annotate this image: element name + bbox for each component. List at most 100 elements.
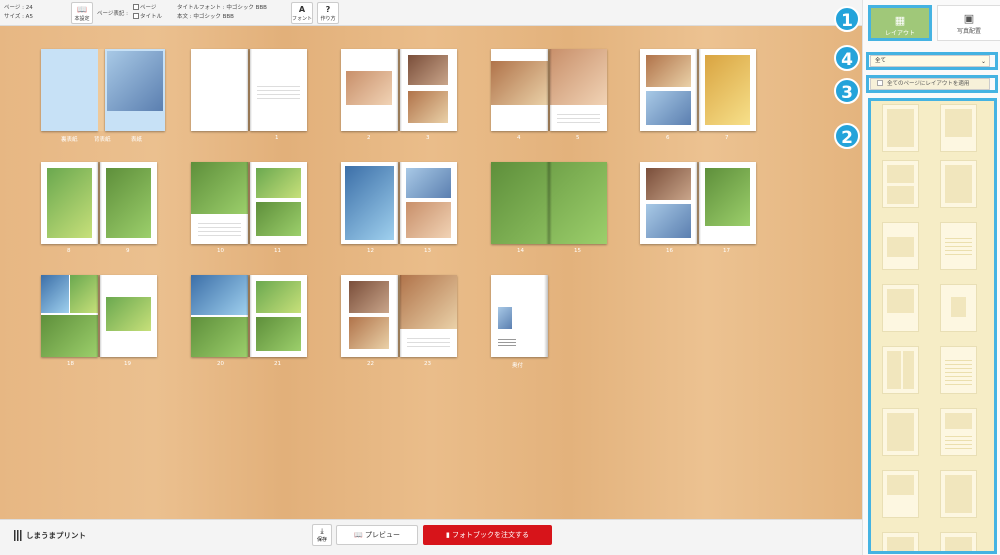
spread-6-7[interactable]: 6 7 [640, 49, 756, 141]
layout-thumb[interactable] [882, 160, 919, 208]
tab-photo-placement[interactable]: ▣ 写真配置 [937, 5, 1000, 41]
show-title-checkbox[interactable]: タイトル [133, 13, 162, 22]
save-button[interactable]: ⤓ 保存 [312, 524, 332, 546]
spread-4-5[interactable]: 4 5 [491, 49, 607, 141]
layout-thumb[interactable] [882, 532, 919, 551]
filter-value: 全て [875, 58, 887, 64]
right-page[interactable] [699, 49, 756, 131]
gutter [396, 275, 402, 357]
show-page-checkbox[interactable]: ページ [133, 4, 162, 13]
photo [498, 307, 512, 329]
layout-thumb[interactable] [940, 160, 977, 208]
photo [646, 55, 691, 87]
right-page[interactable] [250, 162, 307, 244]
left-page[interactable] [41, 162, 98, 244]
layout-thumb[interactable] [940, 408, 977, 456]
font-button[interactable]: A フォント [291, 2, 313, 24]
layout-filter-select[interactable]: 全て ⌄ [870, 55, 990, 67]
layout-thumb[interactable] [882, 104, 919, 152]
layout-thumb[interactable] [940, 532, 977, 551]
left-page[interactable] [191, 275, 248, 357]
gutter [96, 162, 102, 244]
right-page[interactable] [400, 49, 457, 131]
order-button[interactable]: ▮ フォトブックを注文する [423, 525, 552, 545]
spread-22-23[interactable]: 22 23 [341, 275, 457, 367]
image-icon: ▣ [963, 12, 975, 25]
tab-layout[interactable]: ▦ レイアウト [868, 5, 932, 41]
gutter [246, 162, 252, 244]
spread-10-11[interactable]: 10 11 [191, 162, 307, 254]
back-cover-page[interactable] [41, 49, 98, 131]
photo [107, 51, 163, 111]
page-label: 奥付 [512, 363, 524, 369]
page-label: 20 [217, 361, 224, 367]
left-page[interactable] [191, 162, 248, 244]
gutter [396, 162, 402, 244]
right-page[interactable] [550, 49, 607, 131]
frame [945, 413, 972, 429]
left-page[interactable] [341, 162, 398, 244]
front-cover-page[interactable] [105, 49, 165, 131]
layout-thumb[interactable] [882, 222, 919, 270]
spread-18-19[interactable]: 18 19 [41, 275, 157, 367]
left-page[interactable] [41, 275, 98, 357]
gutter [546, 49, 552, 131]
left-page[interactable] [191, 49, 248, 131]
layout-thumb[interactable] [940, 470, 977, 518]
spread-16-17[interactable]: 16 17 [640, 162, 756, 254]
layout-thumb[interactable] [940, 222, 977, 270]
right-page[interactable] [250, 275, 307, 357]
book-settings-button[interactable]: 📖 本設定 [71, 2, 93, 24]
apply-layout-all-button[interactable]: 全てのページにレイアウトを適用 [870, 78, 990, 90]
gutter [96, 275, 102, 357]
spread-12-13[interactable]: 12 13 [341, 162, 457, 254]
right-page[interactable] [400, 162, 457, 244]
bottom-bar: しまうまプリント ⤓ 保存 📖 プレビュー ▮ フォトブックを注文する [0, 519, 862, 555]
left-page[interactable] [640, 49, 697, 131]
right-page[interactable] [400, 275, 457, 357]
right-page[interactable] [100, 275, 157, 357]
left-page[interactable] [491, 49, 548, 131]
photo [106, 168, 151, 238]
book-icon: 📖 [354, 531, 365, 539]
spread-colophon[interactable]: 奥付 [491, 275, 607, 369]
layout-list[interactable] [868, 98, 997, 554]
layout-thumb[interactable] [882, 284, 919, 332]
frame [887, 289, 914, 313]
page-label: 3 [426, 135, 430, 141]
colophon-page[interactable] [491, 275, 548, 357]
page-label: 6 [666, 135, 670, 141]
photo [705, 55, 750, 125]
photo [41, 275, 69, 313]
text-lines [945, 357, 972, 387]
page-label: 11 [274, 248, 281, 254]
layout-thumb[interactable] [940, 104, 977, 152]
spread-cover[interactable]: 裏表紙 背表紙 表紙 [41, 49, 165, 143]
spread-14-15[interactable]: 14 15 [491, 162, 607, 254]
photo [646, 204, 691, 238]
layout-thumb[interactable] [882, 470, 919, 518]
right-page[interactable] [250, 49, 307, 131]
photo [400, 275, 457, 329]
spread-8-9[interactable]: 8 9 [41, 162, 157, 254]
right-page[interactable] [100, 162, 157, 244]
spread-20-21[interactable]: 20 21 [191, 275, 307, 367]
frame [951, 297, 966, 317]
photo [491, 61, 548, 105]
layout-thumb[interactable] [940, 284, 977, 332]
howto-button[interactable]: ? 作り方 [317, 2, 339, 24]
layout-thumb[interactable] [882, 346, 919, 394]
left-page[interactable] [341, 275, 398, 357]
photo [349, 281, 389, 313]
spread-2-3[interactable]: 2 3 [341, 49, 457, 141]
right-page[interactable] [699, 162, 756, 244]
logo-icon [14, 530, 23, 541]
text-lines [945, 235, 972, 257]
layout-thumb[interactable] [940, 346, 977, 394]
page-label: 背表紙 [94, 137, 111, 143]
layout-thumb[interactable] [882, 408, 919, 456]
left-page[interactable] [640, 162, 697, 244]
left-page[interactable] [341, 49, 398, 131]
spread-1[interactable]: 1 [191, 49, 307, 141]
preview-button[interactable]: 📖 プレビュー [336, 525, 418, 545]
